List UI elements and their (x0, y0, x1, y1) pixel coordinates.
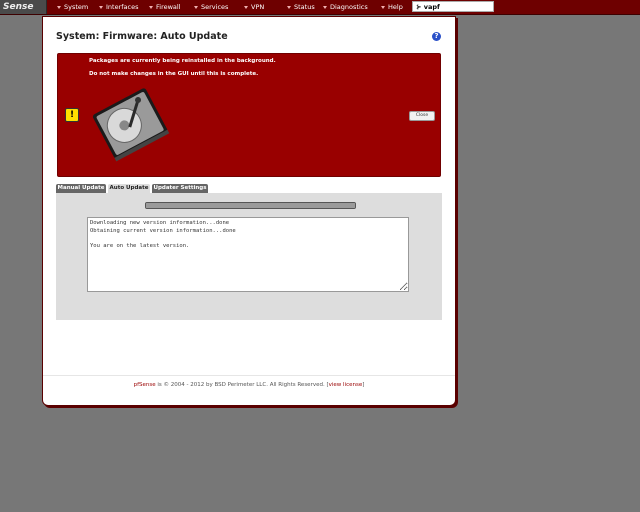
tab-content: Downloading new version information...do… (56, 193, 442, 320)
menu-label: Firewall (156, 3, 181, 11)
progress-fill (146, 203, 355, 208)
chevron-down-icon (57, 5, 61, 9)
menu-vpn[interactable]: VPN (244, 0, 264, 14)
update-output-textarea[interactable]: Downloading new version information...do… (87, 217, 409, 292)
alert-box: ! Packages are currently being reinstall… (57, 53, 441, 177)
content-panel: System: Firmware: Auto Update ? ! Packag… (42, 16, 456, 406)
chevron-down-icon (287, 5, 291, 9)
footer-copyright: is © 2004 - 2012 by BSD Perimeter LLC. A… (155, 382, 329, 388)
view-license-link[interactable]: view license (329, 382, 363, 388)
footer: pfSense is © 2004 - 2012 by BSD Perimete… (43, 382, 455, 388)
footer-brand: pfSense (133, 382, 156, 388)
menu-label: VPN (251, 3, 265, 11)
chevron-down-icon (244, 5, 248, 9)
help-icon[interactable]: ? (432, 32, 441, 41)
menu-system[interactable]: System (57, 0, 88, 14)
page-title: System: Firmware: Auto Update (56, 31, 228, 42)
footer-bracket: ] (362, 382, 365, 388)
chevron-down-icon (99, 5, 103, 9)
menu-label: Diagnostics (330, 3, 368, 11)
menu-label: Interfaces (106, 3, 139, 11)
tab-auto-update[interactable]: Auto Update (108, 184, 150, 193)
menu-label: Services (201, 3, 229, 11)
progress-bar (145, 202, 356, 209)
menu-label: Help (388, 3, 403, 11)
menu-interfaces[interactable]: Interfaces (99, 0, 139, 14)
chevron-down-icon (149, 5, 153, 9)
menu-services[interactable]: Services (194, 0, 228, 14)
tab-manual-update[interactable]: Manual Update (56, 184, 106, 193)
chevron-down-icon (323, 5, 327, 9)
hostname-label: vapf (423, 3, 440, 11)
alert-message-warning: Do not make changes in the GUI until thi… (89, 71, 259, 77)
menu-label: Status (294, 3, 315, 11)
menu-firewall[interactable]: Firewall (149, 0, 181, 14)
close-button[interactable]: Close (409, 111, 435, 121)
warning-icon: ! (65, 108, 79, 122)
menu-status[interactable]: Status (287, 0, 315, 14)
chevron-down-icon (194, 5, 198, 9)
menu-diagnostics[interactable]: Diagnostics (323, 0, 368, 14)
tab-updater-settings[interactable]: Updater Settings (152, 184, 208, 193)
pfsense-logo[interactable]: Sense (0, 0, 47, 14)
footer-divider (43, 375, 455, 376)
hard-drive-icon (92, 88, 170, 162)
logo-text: Sense (3, 2, 34, 12)
chevron-down-icon (381, 5, 385, 9)
hostname-icon: ⊱ (416, 3, 424, 11)
menu-help[interactable]: Help (381, 0, 403, 14)
top-navigation-bar: Sense System Interfaces Firewall Service… (0, 0, 640, 15)
menu-label: System (64, 3, 89, 11)
alert-message-reinstall: Packages are currently being reinstalled… (89, 58, 276, 64)
hostname-box[interactable]: ⊱ vapf (412, 1, 494, 12)
